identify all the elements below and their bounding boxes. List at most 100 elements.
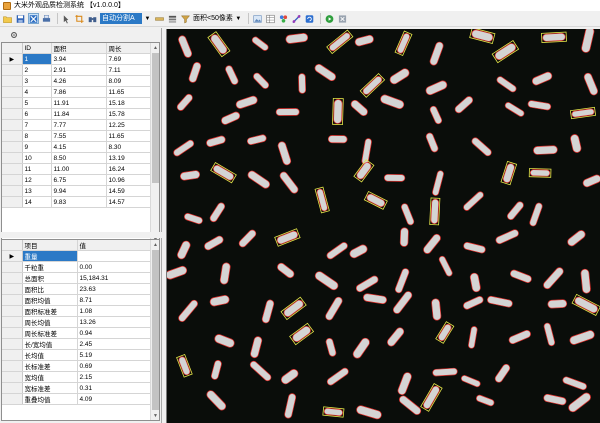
row-header[interactable] [2, 141, 23, 153]
table-row[interactable]: 5 11.91 15.18 [2, 97, 153, 109]
table-row[interactable]: 14 9.83 14.57 [2, 196, 153, 208]
column-header[interactable]: ID [22, 43, 52, 54]
table-row[interactable]: 4 7.86 11.65 [2, 86, 153, 98]
table-cell: 7.69 [106, 53, 153, 65]
column-header[interactable]: 项目 [22, 240, 78, 251]
scroll-up-icon[interactable]: ▲ [151, 240, 159, 249]
row-header[interactable] [2, 349, 23, 361]
rice-image-canvas[interactable] [166, 29, 600, 423]
row-header[interactable] [2, 393, 23, 405]
row-header[interactable] [2, 185, 23, 197]
chevron-down-icon[interactable]: ▼ [144, 13, 151, 24]
open-folder-icon[interactable] [2, 13, 13, 24]
scroll-down-icon[interactable]: ▼ [151, 411, 159, 420]
table-icon[interactable] [265, 13, 276, 24]
table-row[interactable]: 12 6.75 10.96 [2, 174, 153, 186]
table-row[interactable]: 宽标准差 0.31 [2, 382, 152, 394]
table-row[interactable]: 9 4.15 8.30 [2, 141, 153, 153]
pointer-tool-icon[interactable] [61, 13, 72, 24]
row-header[interactable] [2, 64, 23, 76]
crop-icon[interactable] [74, 13, 85, 24]
table-row[interactable]: ▶ 重量 [2, 250, 152, 262]
table-row[interactable]: 3 4.26 8.09 [2, 75, 153, 87]
settings-icon[interactable] [9, 30, 19, 40]
row-header[interactable] [2, 294, 23, 306]
row-header[interactable] [2, 75, 23, 87]
binoculars-icon[interactable] [87, 13, 98, 24]
scroll-up-icon[interactable]: ▲ [151, 43, 159, 52]
table-row[interactable]: 重叠均值 4.09 [2, 393, 152, 405]
table-row[interactable]: 宽均值 2.15 [2, 371, 152, 383]
table-row[interactable]: 2 2.91 7.11 [2, 64, 153, 76]
row-header[interactable] [2, 119, 23, 131]
table-row[interactable]: 8 7.55 11.65 [2, 130, 153, 142]
current-row-indicator[interactable]: ▶ [2, 53, 23, 65]
split-icon[interactable] [291, 13, 302, 24]
layers-icon[interactable] [167, 13, 178, 24]
row-header[interactable] [2, 338, 23, 350]
row-header[interactable] [2, 305, 23, 317]
filter-icon[interactable] [180, 13, 191, 24]
table-row[interactable]: 长/宽均值 2.45 [2, 338, 152, 350]
row-header[interactable] [2, 316, 23, 328]
column-header[interactable]: 面积 [51, 43, 107, 54]
row-header[interactable] [2, 196, 23, 208]
vertical-scrollbar[interactable]: ▲ ▼ [150, 43, 159, 244]
statistics-table[interactable]: 项目值 ▶ 重量 千粒重 0.00 总面积 15,184.31 面积比 23.63 面积均值 8.… [1, 239, 160, 421]
table-row[interactable]: 13 9.94 14.59 [2, 185, 153, 197]
column-header[interactable]: 值 [77, 240, 152, 251]
row-header[interactable] [2, 327, 23, 339]
panel-splitter[interactable] [0, 232, 162, 238]
rice-grain [432, 367, 458, 377]
chevron-down-icon[interactable]: ▼ [235, 13, 242, 24]
row-header[interactable] [2, 130, 23, 142]
scrollbar-thumb[interactable] [152, 250, 159, 410]
run-icon[interactable] [324, 13, 335, 24]
table-row[interactable]: 周长标准差 0.94 [2, 327, 152, 339]
segment-mode-select[interactable]: 自动分割A [100, 13, 142, 24]
column-header[interactable]: 周长 [106, 43, 153, 54]
grain-measurement-table[interactable]: ID 面积 周长 ▶ 1 3.94 7.69 2 2.91 7.11 3 4.26 8.09 4 7.86… [1, 42, 160, 245]
grid-view-icon[interactable] [28, 13, 39, 24]
row-header[interactable] [2, 86, 23, 98]
table-row[interactable]: 6 11.84 15.78 [2, 108, 153, 120]
table-cell: 14.59 [106, 185, 153, 197]
save-icon[interactable] [15, 13, 26, 24]
table-row[interactable]: 周长均值 13.26 [2, 316, 152, 328]
table-row[interactable]: ▶ 1 3.94 7.69 [2, 53, 153, 65]
table-cell: 9.94 [51, 185, 107, 197]
ruler-icon[interactable] [154, 13, 165, 24]
table-row[interactable]: 11 11.00 16.24 [2, 163, 153, 175]
row-header[interactable] [2, 261, 23, 273]
exit-icon[interactable] [337, 13, 348, 24]
table-row[interactable]: 7 7.77 12.25 [2, 119, 153, 131]
table-row[interactable]: 长标准差 0.69 [2, 360, 152, 372]
table-row[interactable]: 面积均值 8.71 [2, 294, 152, 306]
image-icon[interactable] [252, 13, 263, 24]
rice-grain [431, 298, 442, 321]
scrollbar-thumb[interactable] [152, 53, 159, 183]
color-palette-icon[interactable] [278, 13, 289, 24]
table-row[interactable]: 总面积 15,184.31 [2, 272, 152, 284]
rice-grain [399, 227, 409, 247]
row-header[interactable] [2, 283, 23, 295]
row-header[interactable] [2, 360, 23, 372]
row-header[interactable] [2, 97, 23, 109]
refresh-icon[interactable] [304, 13, 315, 24]
print-icon[interactable] [41, 13, 52, 24]
row-header[interactable] [2, 371, 23, 383]
table-row[interactable]: 长均值 5.19 [2, 349, 152, 361]
table-row[interactable]: 10 8.50 13.19 [2, 152, 153, 164]
table-row[interactable]: 面积标准差 1.08 [2, 305, 152, 317]
row-header[interactable] [2, 174, 23, 186]
current-row-indicator[interactable]: ▶ [2, 250, 23, 262]
row-header[interactable] [2, 163, 23, 175]
table-row[interactable]: 千粒重 0.00 [2, 261, 152, 273]
row-header[interactable] [2, 272, 23, 284]
vertical-scrollbar[interactable]: ▲ ▼ [150, 240, 159, 420]
row-header[interactable] [2, 152, 23, 164]
table-cell: 11.65 [106, 86, 153, 98]
table-row[interactable]: 面积比 23.63 [2, 283, 152, 295]
row-header[interactable] [2, 108, 23, 120]
row-header[interactable] [2, 382, 23, 394]
